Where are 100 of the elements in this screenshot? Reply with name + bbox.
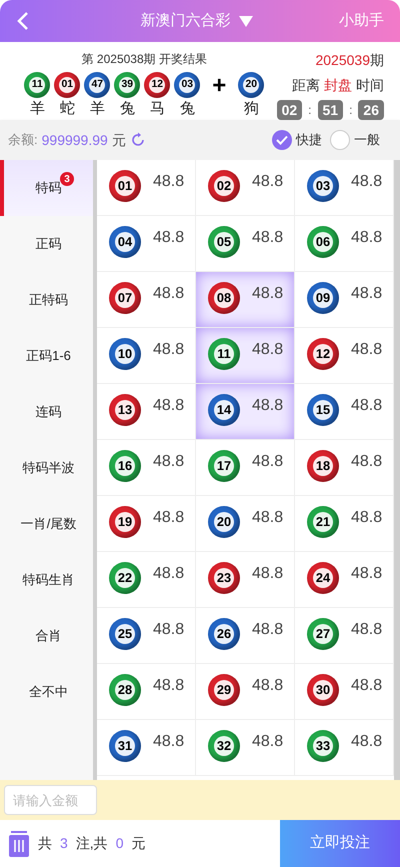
balance-unit: 元 [112, 130, 126, 150]
plus-sign: + [212, 72, 226, 100]
bet-summary: 共 3 注,共 0 元 [38, 834, 146, 853]
mode-label: 一般 [354, 131, 380, 150]
odds-label: 48.8 [351, 508, 382, 528]
category-tab[interactable]: 正码 [0, 216, 93, 272]
number-cell[interactable]: 32 48.8 [196, 720, 295, 776]
category-tab[interactable]: 特码生肖 [0, 552, 93, 608]
odds-label: 48.8 [351, 284, 382, 304]
zodiac-label: 蛇 [60, 100, 75, 118]
radio-button[interactable] [330, 130, 350, 150]
odds-label: 48.8 [351, 452, 382, 472]
odds-label: 48.8 [153, 172, 184, 192]
odds-label: 48.8 [153, 284, 184, 304]
number-cell[interactable]: 27 48.8 [295, 608, 394, 664]
balance-amount: 999999.99 [42, 130, 108, 150]
radio-button[interactable] [272, 130, 292, 150]
odds-label: 48.8 [153, 396, 184, 416]
odds-label: 48.8 [153, 564, 184, 584]
odds-label: 48.8 [252, 284, 284, 304]
number-cell[interactable]: 17 48.8 [196, 440, 295, 496]
number-cell[interactable]: 24 48.8 [295, 552, 394, 608]
number-cell[interactable]: 26 48.8 [196, 608, 295, 664]
number-cell[interactable]: 11 48.8 [196, 328, 295, 384]
back-icon[interactable] [16, 11, 30, 31]
time-separator: : [308, 102, 312, 119]
number-cell[interactable]: 15 48.8 [295, 384, 394, 440]
refresh-icon[interactable] [130, 132, 146, 148]
category-tab[interactable]: 特码 3 [0, 160, 93, 216]
number-cell[interactable]: 09 48.8 [295, 272, 394, 328]
odds-label: 48.8 [252, 564, 284, 584]
odds-label: 48.8 [351, 172, 382, 192]
category-tab[interactable]: 连码 [0, 384, 93, 440]
number-cell[interactable]: 31 48.8 [97, 720, 196, 776]
number-cell[interactable]: 20 48.8 [196, 496, 295, 552]
number-cell[interactable]: 18 48.8 [295, 440, 394, 496]
category-tab[interactable]: 正码1-6 [0, 328, 93, 384]
number-cell[interactable]: 21 48.8 [295, 496, 394, 552]
number-cell[interactable]: 04 48.8 [97, 216, 196, 272]
number-cell[interactable]: 12 48.8 [295, 328, 394, 384]
number-cell[interactable]: 19 48.8 [97, 496, 196, 552]
number-cell[interactable]: 01 48.8 [97, 160, 196, 216]
number-cell[interactable]: 28 48.8 [97, 664, 196, 720]
zodiac-label: 狗 [244, 100, 259, 118]
odds-label: 48.8 [252, 508, 284, 528]
countdown-label: 距离 [292, 76, 320, 95]
period-suffix: 期 [370, 51, 384, 70]
number-cell[interactable]: 07 48.8 [97, 272, 196, 328]
zodiac-label: 羊 [30, 100, 45, 118]
category-tab[interactable]: 正特码 [0, 272, 93, 328]
trash-icon[interactable] [8, 830, 30, 856]
number-cell[interactable]: 13 48.8 [97, 384, 196, 440]
category-tab[interactable]: 全不中 [0, 664, 93, 720]
number-cell[interactable]: 06 48.8 [295, 216, 394, 272]
number-cell[interactable]: 08 48.8 [196, 272, 295, 328]
odds-label: 48.8 [351, 620, 382, 640]
submit-bet-button[interactable]: 立即投注 [280, 820, 400, 867]
odds-label: 48.8 [252, 340, 284, 360]
number-cell[interactable]: 10 48.8 [97, 328, 196, 384]
countdown-label: 时间 [356, 76, 384, 95]
number-cell[interactable]: 02 48.8 [196, 160, 295, 216]
zodiac-label: 马 [150, 100, 165, 118]
balance-label: 余额: [8, 131, 38, 150]
checkmark-icon [276, 135, 288, 145]
draw-caption: 第 2025038期 开奖结果 [82, 51, 207, 68]
number-cell[interactable]: 05 48.8 [196, 216, 295, 272]
number-cell[interactable]: 30 48.8 [295, 664, 394, 720]
category-tab[interactable]: 一肖/尾数 [0, 496, 93, 552]
category-tab[interactable]: 特码半波 [0, 440, 93, 496]
odds-label: 48.8 [252, 452, 284, 472]
number-cell[interactable]: 33 48.8 [295, 720, 394, 776]
close-label: 封盘 [324, 76, 352, 95]
zodiac-label: 兔 [180, 100, 195, 118]
number-cell[interactable]: 03 48.8 [295, 160, 394, 216]
category-tab[interactable]: 合肖 [0, 608, 93, 664]
odds-label: 48.8 [153, 340, 184, 360]
period-number: 2025039 [315, 51, 370, 70]
number-cell[interactable]: 22 48.8 [97, 552, 196, 608]
odds-label: 48.8 [351, 564, 382, 584]
amount-field[interactable]: 请输入金额 [4, 785, 97, 815]
odds-label: 48.8 [351, 732, 382, 752]
time-separator: : [349, 102, 352, 119]
countdown-digit: 26 [358, 100, 384, 120]
number-cell[interactable]: 29 48.8 [196, 664, 295, 720]
countdown-digit: 51 [318, 100, 344, 120]
zodiac-label: 羊 [90, 100, 105, 118]
odds-label: 48.8 [153, 508, 184, 528]
odds-label: 48.8 [153, 732, 184, 752]
odds-label: 48.8 [351, 676, 382, 696]
odds-label: 48.8 [153, 676, 184, 696]
number-cell[interactable]: 23 48.8 [196, 552, 295, 608]
odds-label: 48.8 [153, 620, 184, 640]
odds-label: 48.8 [252, 396, 284, 416]
zodiac-label: 兔 [120, 100, 135, 118]
odds-label: 48.8 [351, 228, 382, 248]
number-cell[interactable]: 25 48.8 [97, 608, 196, 664]
odds-label: 48.8 [252, 620, 284, 640]
number-cell[interactable]: 16 48.8 [97, 440, 196, 496]
countdown-digit: 02 [276, 100, 302, 120]
number-cell[interactable]: 14 48.8 [196, 384, 295, 440]
